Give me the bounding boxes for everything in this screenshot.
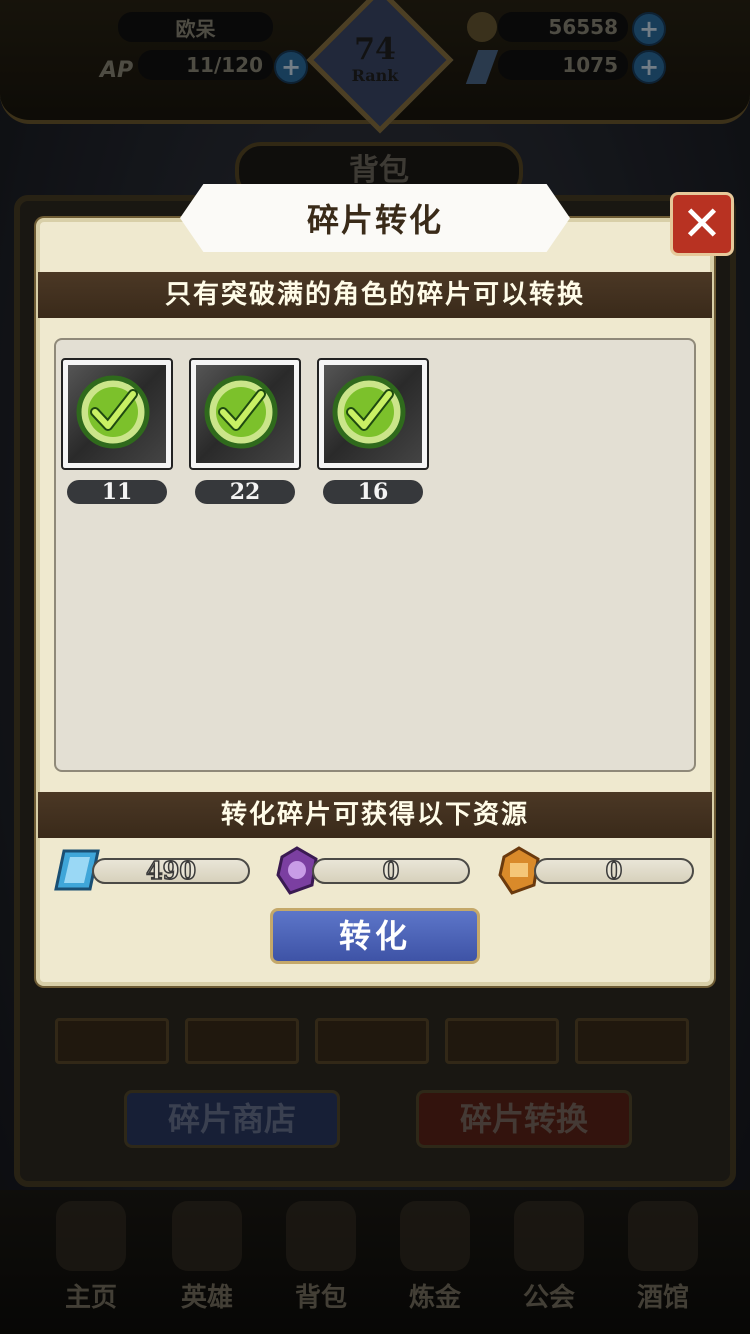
rewards-banner: 转化碎片可获得以下资源 xyxy=(38,792,712,838)
fragment-card xyxy=(189,358,301,470)
close-button[interactable]: ✕ xyxy=(670,192,734,256)
dialog-title: 碎片转化 xyxy=(306,201,443,239)
convert-button[interactable]: 转化 xyxy=(270,908,480,964)
fragment-count: 11 xyxy=(67,480,167,504)
fragment-card xyxy=(317,358,429,470)
dialog-title-plate: 碎片转化 xyxy=(180,184,570,252)
close-icon: ✕ xyxy=(681,196,723,252)
reward-value: 490 xyxy=(92,858,250,884)
fragment-count: 16 xyxy=(323,480,423,504)
check-icon xyxy=(332,375,406,449)
reward-value: 0 xyxy=(312,858,470,884)
fragment-item[interactable]: 22 xyxy=(189,358,301,504)
fragment-count: 22 xyxy=(195,480,295,504)
fragment-item[interactable]: 11 xyxy=(61,358,173,504)
check-icon xyxy=(204,375,278,449)
notice-banner: 只有突破满的角色的碎片可以转换 xyxy=(38,272,712,318)
fragment-item[interactable]: 16 xyxy=(317,358,429,504)
reward-value: 0 xyxy=(534,858,694,884)
check-icon xyxy=(76,375,150,449)
fragment-card xyxy=(61,358,173,470)
